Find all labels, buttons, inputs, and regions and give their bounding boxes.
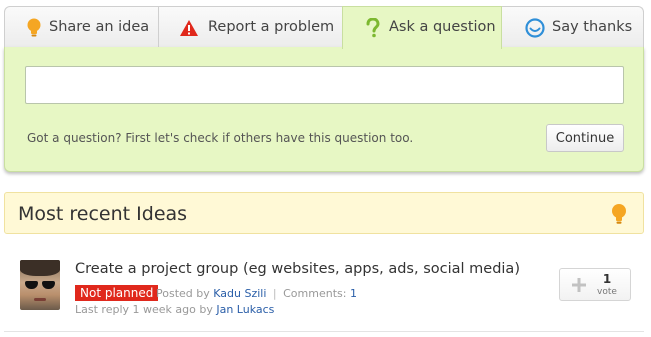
last-reply-meta: Last reply 1 week ago by Jan Lukacs	[75, 303, 274, 316]
comments-label: Comments:	[283, 287, 347, 300]
tab-say-thanks[interactable]: Say thanks	[501, 6, 644, 48]
lightbulb-icon	[24, 18, 44, 38]
smiley-icon	[525, 18, 545, 38]
comments-count-link[interactable]: 1	[350, 287, 357, 300]
tab-ask-question[interactable]: Ask a question	[342, 6, 502, 49]
tab-label-report-problem: Report a problem	[208, 19, 335, 35]
idea-meta: Posted by Kadu Szili | Comments: 1	[156, 287, 357, 300]
tab-label-share-idea: Share an idea	[49, 19, 150, 35]
vote-count: 1	[602, 272, 612, 286]
posted-by-label: Posted by	[156, 287, 210, 300]
question-input[interactable]	[25, 66, 624, 104]
avatar[interactable]	[20, 260, 60, 310]
ask-question-panel: Got a question? First let's check if oth…	[4, 47, 644, 172]
recent-ideas-header: Most recent Ideas	[4, 192, 644, 234]
tab-bar: Share an idea Report a problem Ask a que…	[4, 6, 644, 49]
last-reply-author-link[interactable]: Jan Lukacs	[216, 303, 274, 316]
plus-icon	[572, 277, 586, 292]
tab-share-idea[interactable]: Share an idea	[4, 6, 159, 48]
author-link[interactable]: Kadu Szili	[213, 287, 266, 300]
vote-label: vote	[597, 287, 617, 297]
question-hint: Got a question? First let's check if oth…	[27, 131, 414, 145]
separator: |	[272, 287, 277, 300]
last-reply-label: Last reply 1 week ago by	[75, 303, 213, 316]
vote-button[interactable]: 1 vote	[559, 268, 631, 301]
status-badge: Not planned	[75, 285, 159, 301]
tab-label-say-thanks: Say thanks	[552, 19, 633, 35]
question-icon	[363, 18, 383, 38]
section-title: Most recent Ideas	[18, 203, 188, 225]
continue-button[interactable]: Continue	[546, 124, 624, 152]
idea-title-link[interactable]: Create a project group (eg websites, app…	[75, 261, 520, 277]
lightbulb-icon	[610, 203, 630, 225]
idea-list-item: Create a project group (eg websites, app…	[4, 246, 644, 332]
tab-label-ask-question: Ask a question	[389, 19, 496, 35]
feedback-widget: Share an idea Report a problem Ask a que…	[4, 6, 644, 172]
tab-report-problem[interactable]: Report a problem	[158, 6, 343, 48]
warning-icon	[179, 18, 199, 38]
